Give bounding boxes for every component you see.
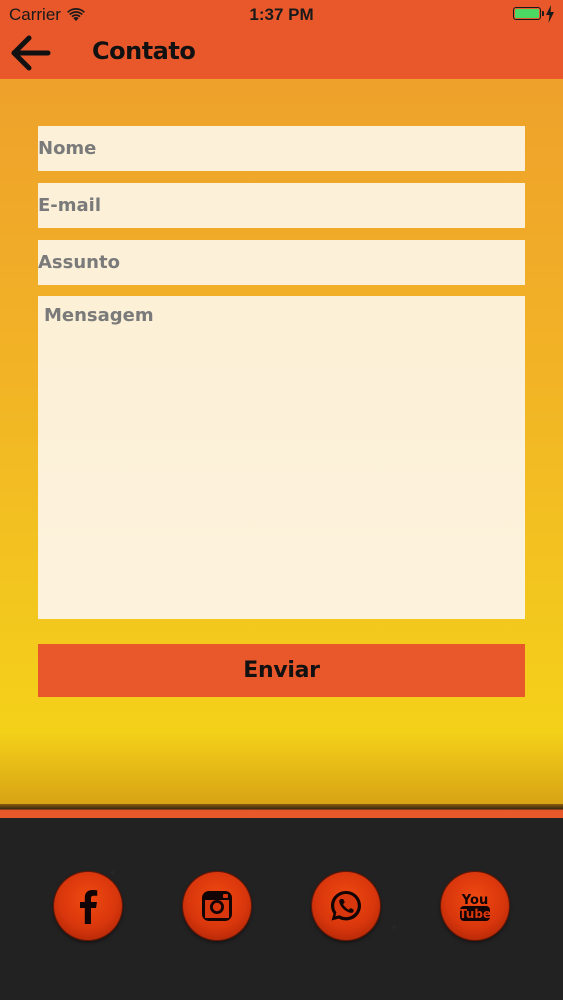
social-footer: You Tube — [0, 818, 563, 1000]
status-bar: Carrier 1:37 PM — [0, 0, 563, 30]
youtube-icon: You Tube — [459, 893, 491, 921]
arrow-left-icon — [11, 35, 51, 71]
name-input[interactable] — [38, 126, 525, 171]
back-button[interactable] — [10, 34, 54, 72]
whatsapp-icon — [331, 891, 361, 921]
charging-bolt-icon — [546, 5, 554, 23]
youtube-you-text: You — [461, 893, 488, 908]
battery-level — [515, 9, 539, 18]
contact-form-area: Enviar — [0, 79, 563, 804]
navigation-bar: Contato — [0, 30, 563, 79]
youtube-tube-text: Tube — [459, 907, 491, 921]
footer-divider — [0, 804, 563, 818]
facebook-button[interactable] — [54, 872, 122, 940]
subject-input[interactable] — [38, 240, 525, 285]
battery-icon — [513, 7, 544, 20]
youtube-button[interactable]: You Tube — [441, 872, 509, 940]
facebook-icon — [80, 890, 98, 924]
whatsapp-button[interactable] — [312, 872, 380, 940]
instagram-icon — [202, 891, 232, 921]
page-title: Contato — [92, 37, 196, 65]
instagram-button[interactable] — [183, 872, 251, 940]
email-input[interactable] — [38, 183, 525, 228]
status-time: 1:37 PM — [249, 5, 314, 24]
message-textarea[interactable] — [38, 296, 525, 619]
send-button[interactable]: Enviar — [38, 644, 525, 697]
